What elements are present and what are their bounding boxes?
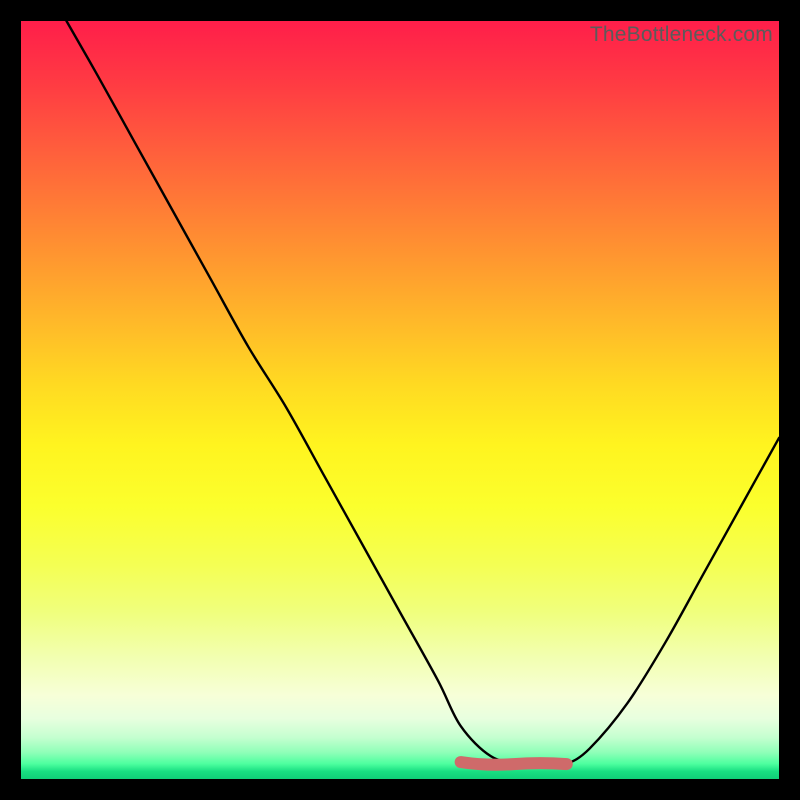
marker-band <box>461 762 567 765</box>
plot-area: TheBottleneck.com <box>21 21 779 779</box>
chart-svg <box>21 21 779 779</box>
chart-canvas: TheBottleneck.com <box>0 0 800 800</box>
curve-line <box>66 21 779 765</box>
